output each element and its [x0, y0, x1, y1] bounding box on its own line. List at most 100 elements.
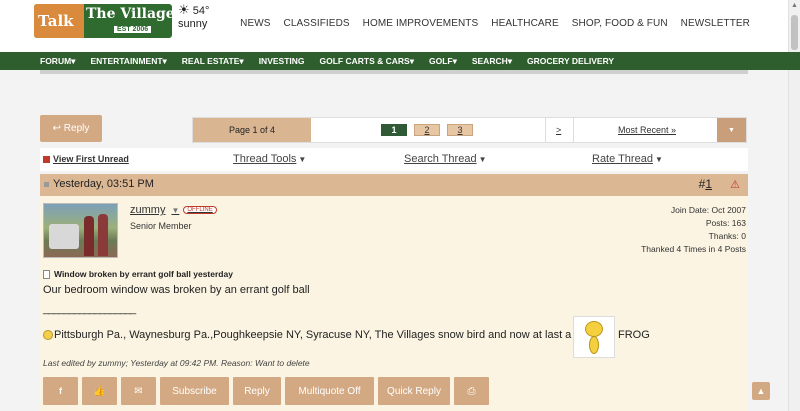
offline-badge: OFFLINE	[183, 206, 217, 214]
print-button[interactable]: ⎙	[454, 377, 489, 405]
user-stats: Join Date: Oct 2007 Posts: 163 Thanks: 0…	[641, 204, 746, 256]
main-nav: FORUM▾ ENTERTAINMENT▾ REAL ESTATE▾ INVES…	[0, 52, 800, 70]
most-recent-link[interactable]: Most Recent »	[618, 125, 676, 135]
view-first-unread-label: View First Unread	[53, 154, 129, 164]
page-1[interactable]: 1	[381, 124, 407, 136]
thanked-count: Thanked 4 Times in 4 Posts	[641, 244, 746, 254]
nav-search[interactable]: SEARCH▾	[472, 56, 512, 67]
logo-est: EST 2006	[114, 26, 152, 33]
scroll-up-icon[interactable]: ▲	[791, 2, 798, 9]
unread-icon	[43, 155, 50, 163]
logo-talk: Talk	[34, 4, 84, 38]
post-status-icon	[44, 181, 49, 187]
scrollbar-thumb[interactable]	[791, 15, 798, 50]
post-number[interactable]: #1	[699, 177, 712, 191]
next-page-link[interactable]: >	[556, 125, 561, 135]
caret-down-icon: ▼	[171, 205, 180, 215]
nav-grocery-delivery[interactable]: GROCERY DELIVERY	[527, 56, 614, 66]
nav-real-estate[interactable]: REAL ESTATE▾	[182, 56, 244, 67]
post-number-link[interactable]: 1	[705, 177, 712, 191]
username: zummy	[130, 204, 166, 216]
breadcrumb-strip	[40, 70, 748, 74]
top-nav-newsletter[interactable]: NEWSLETTER	[681, 18, 750, 29]
caret-down-icon: ▼	[654, 155, 663, 164]
rate-thread-label: Rate Thread	[592, 153, 653, 165]
thread-tools-label: Thread Tools	[233, 153, 297, 165]
weather-desc: sunny	[178, 18, 208, 30]
site-header: Talk The Villages EST 2006 ☀ 54° sunny N…	[0, 0, 800, 52]
email-button[interactable]: ✉	[121, 377, 156, 405]
reply-post-button[interactable]: Reply	[233, 377, 281, 405]
page-2[interactable]: 2	[414, 124, 440, 136]
caret-down-icon: ▼	[298, 155, 307, 164]
join-date: Join Date: Oct 2007	[670, 205, 746, 215]
thread-tools-menu[interactable]: Thread Tools ▼	[233, 153, 306, 165]
post-actions: f 👍 ✉ Subscribe Reply Multiquote Off Qui…	[43, 377, 489, 405]
page-numbers: 1 2 3	[381, 124, 473, 136]
like-button[interactable]: 👍	[82, 377, 117, 405]
search-thread-menu[interactable]: Search Thread ▼	[404, 153, 487, 165]
back-to-top-button[interactable]: ▲	[752, 382, 770, 400]
nav-investing[interactable]: INVESTING	[259, 56, 305, 66]
reply-button[interactable]: ↩ Reply	[40, 115, 102, 142]
top-nav-classifieds[interactable]: CLASSIFIEDS	[284, 18, 350, 29]
post-date: Yesterday, 03:51 PM	[44, 178, 154, 190]
rate-thread-menu[interactable]: Rate Thread ▼	[592, 153, 663, 165]
multiquote-button[interactable]: Multiquote Off	[285, 377, 374, 405]
chevron-down-icon[interactable]: ▼	[717, 118, 746, 142]
top-nav-home-improvements[interactable]: HOME IMPROVEMENTS	[363, 18, 479, 29]
avatar-person	[84, 216, 94, 256]
avatar-person	[98, 214, 108, 256]
quick-reply-button[interactable]: Quick Reply	[378, 377, 450, 405]
logo-villages: The Villages	[86, 6, 183, 22]
top-nav-news[interactable]: NEWS	[240, 18, 270, 29]
view-first-unread-link[interactable]: View First Unread	[43, 154, 129, 164]
pagination: Page 1 of 4 1 2 3 > Most Recent » ▼	[192, 117, 747, 143]
subscribe-button[interactable]: Subscribe	[160, 377, 229, 405]
edited-note: Last edited by zummy; Yesterday at 09:42…	[43, 358, 310, 368]
avatar[interactable]	[43, 203, 118, 258]
post-title: Window broken by errant golf ball yester…	[43, 269, 233, 279]
post-header: Yesterday, 03:51 PM #1 ⚠	[40, 174, 748, 196]
search-thread-label: Search Thread	[404, 153, 477, 165]
smiley-icon	[43, 330, 53, 340]
nav-forum[interactable]: FORUM▾	[40, 56, 75, 67]
nav-entertainment[interactable]: ENTERTAINMENT▾	[90, 56, 166, 67]
frog-emoticon-image: FROG	[573, 316, 650, 358]
facebook-share-button[interactable]: f	[43, 377, 78, 405]
weather-temp: 54°	[192, 5, 210, 17]
page-3[interactable]: 3	[447, 124, 473, 136]
signature-end: FROG	[618, 329, 650, 341]
signature-text: Pittsburgh Pa., Waynesburg Pa.,Poughkeep…	[54, 329, 572, 341]
signature: Pittsburgh Pa., Waynesburg Pa.,Poughkeep…	[43, 329, 571, 341]
post-title-text: Window broken by errant golf ball yester…	[54, 269, 233, 279]
top-nav-healthcare[interactable]: HEALTHCARE	[491, 18, 559, 29]
report-post-icon[interactable]: ⚠	[730, 178, 740, 191]
page-of-label: Page 1 of 4	[193, 118, 311, 142]
nav-golf[interactable]: GOLF▾	[429, 56, 457, 67]
chevron-up-icon: ▲	[756, 386, 766, 396]
username-link[interactable]: zummy ▼ OFFLINE	[130, 204, 217, 216]
signature-divider: __________________	[43, 303, 136, 315]
top-nav-shop-food-fun[interactable]: SHOP, FOOD & FUN	[572, 18, 668, 29]
user-title: Senior Member	[130, 221, 192, 231]
avatar-cart	[49, 224, 79, 249]
nav-golf-carts-cars[interactable]: GOLF CARTS & CARS▾	[320, 56, 414, 67]
document-icon	[43, 269, 50, 279]
reply-arrow-icon: ↩	[52, 123, 62, 134]
frog-body	[589, 336, 599, 354]
thumbs-up-icon: 👍	[93, 385, 106, 397]
site-logo[interactable]: Talk The Villages EST 2006	[34, 4, 183, 38]
print-icon: ⎙	[467, 385, 476, 397]
pager-divider	[573, 118, 574, 142]
post-text: Our bedroom window was broken by an erra…	[43, 284, 310, 296]
caret-down-icon: ▼	[478, 155, 487, 164]
facebook-icon: f	[59, 386, 62, 396]
sun-icon: ☀	[178, 2, 190, 17]
pager-divider	[545, 118, 546, 142]
frog-head	[585, 321, 603, 337]
top-nav: NEWS CLASSIFIEDS HOME IMPROVEMENTS HEALT…	[227, 18, 750, 29]
post-count: Posts: 163	[705, 218, 746, 228]
post-date-text: Yesterday, 03:51 PM	[53, 178, 154, 190]
weather-widget: ☀ 54° sunny	[178, 3, 209, 31]
